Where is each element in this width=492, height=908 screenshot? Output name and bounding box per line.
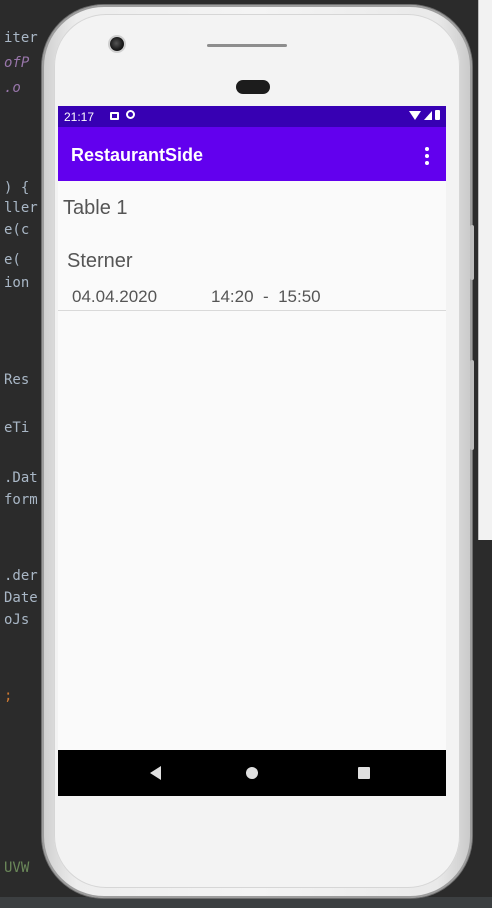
battery-icon: [435, 110, 440, 120]
signal-icon: [424, 110, 432, 120]
code-line: ) {: [4, 180, 30, 196]
code-line: form: [4, 492, 38, 508]
wifi-icon: [409, 110, 421, 120]
code-line: .o: [4, 80, 21, 96]
app-bar: RestaurantSide: [58, 127, 446, 181]
notification-icon: [110, 112, 119, 120]
recents-square-icon[interactable]: [358, 767, 370, 779]
code-line: .der: [4, 568, 38, 584]
code-line: e(c: [4, 222, 30, 238]
ide-status-bar: [0, 897, 492, 908]
reservation-times: 14:20 - 15:50: [211, 287, 321, 306]
volume-button: [470, 225, 474, 280]
ide-side-strip: [478, 540, 492, 908]
code-line: iter: [4, 30, 38, 46]
code-line: eTi: [4, 420, 30, 436]
status-time: 21:17: [64, 110, 95, 124]
navigation-bar: [58, 750, 446, 796]
code-line: Date: [4, 590, 38, 606]
code-line: oJs: [4, 612, 30, 628]
code-line: e(: [4, 252, 21, 268]
earpiece-icon: [236, 80, 270, 94]
code-line: ;: [4, 688, 21, 704]
reservation-name: Sterner: [67, 250, 133, 272]
code-line: ion: [4, 275, 30, 291]
status-indicators: [409, 110, 440, 120]
phone-screen: 21:17 RestaurantSide Table 1 Sterner 04.…: [58, 106, 446, 796]
code-line: .Dat: [4, 470, 38, 486]
home-circle-icon[interactable]: [246, 767, 258, 779]
status-bar: 21:17: [58, 106, 446, 127]
code-line: ofP: [4, 55, 30, 71]
sync-icon: [126, 110, 135, 119]
speaker-grille: [207, 44, 287, 47]
reservation-date: 04.04.2020: [72, 287, 158, 306]
code-line: Res: [4, 372, 30, 388]
code-line: UVW: [4, 860, 30, 876]
reservation-list-item[interactable]: Sterner 04.04.2020 14:20 - 15:50: [58, 236, 446, 311]
power-button: [470, 360, 474, 450]
app-title: RestaurantSide: [71, 145, 204, 165]
front-camera-icon: [110, 37, 124, 51]
table-title: Table 1: [63, 197, 128, 219]
more-vert-icon[interactable]: [424, 147, 430, 165]
code-line: ller: [4, 200, 38, 216]
ide-side-panel: [478, 0, 492, 540]
back-triangle-icon[interactable]: [150, 766, 161, 780]
